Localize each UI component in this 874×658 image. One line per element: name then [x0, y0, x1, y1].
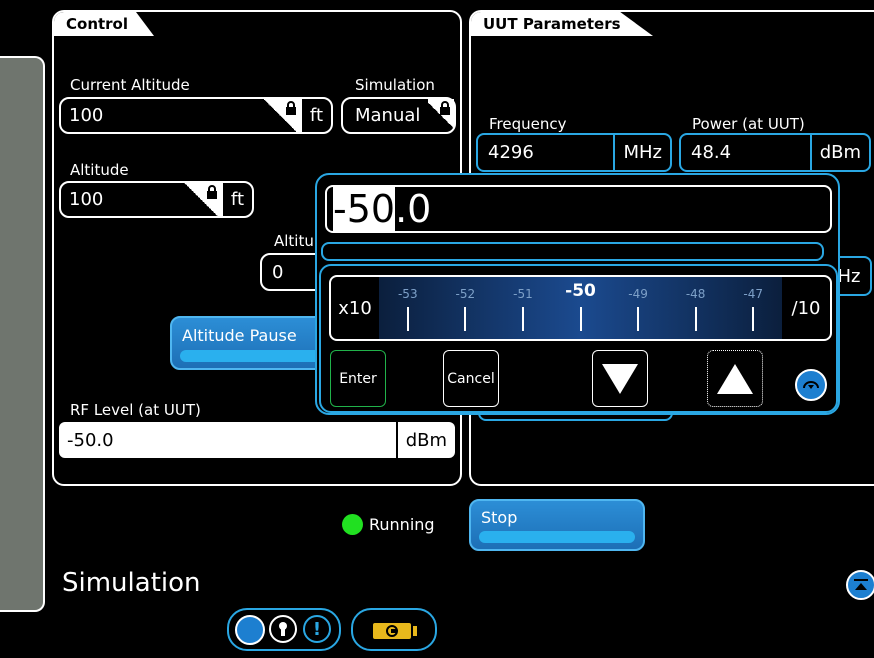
- entry-selected-digits: -50: [333, 187, 396, 231]
- altitude-field[interactable]: 100 ft: [59, 181, 254, 218]
- scale-tick-label: -53: [397, 287, 418, 301]
- eject-icon: [854, 579, 868, 590]
- scale-tick-label: -48: [685, 287, 706, 301]
- rf-level-value: -50.0: [67, 429, 114, 451]
- frequency-field[interactable]: 4296 MHz: [476, 133, 672, 172]
- entry-progress-bar: [321, 242, 824, 261]
- remote-lock-icon: [269, 615, 297, 643]
- scale-tick-label: -47: [743, 287, 764, 301]
- arrow-up-icon: [717, 363, 753, 394]
- collapse-icon: [803, 381, 819, 389]
- simulation-mode-field: Manual: [341, 97, 456, 134]
- battery-status-button[interactable]: [351, 608, 437, 651]
- partial-unit-label: Hz: [837, 265, 861, 287]
- cancel-label: Cancel: [447, 370, 495, 387]
- scale-tick-mark: [752, 307, 755, 331]
- status-circle-icon: [235, 615, 265, 645]
- scale-tick-mark: [637, 307, 640, 331]
- battery-plugged-icon: [371, 621, 413, 641]
- keypad-panel: x10 -53 -52 -51 -50 -49 -48 -47 /10 Enter Canc…: [319, 264, 838, 413]
- button-indicator-bar: [479, 531, 635, 543]
- lock-icon: [180, 183, 221, 216]
- scale-tick-mark: [694, 307, 697, 331]
- cancel-button[interactable]: Cancel: [443, 350, 499, 407]
- current-altitude-value: 100: [69, 105, 104, 126]
- scale-track[interactable]: -53 -52 -51 -50 -49 -48 -47: [379, 277, 782, 339]
- expand-panel-button[interactable]: [846, 570, 874, 600]
- page-title: Simulation: [62, 568, 201, 598]
- coarse-step-label[interactable]: x10: [331, 277, 379, 339]
- enter-button[interactable]: Enter: [330, 350, 386, 407]
- value-scale[interactable]: x10 -53 -52 -51 -50 -49 -48 -47 /10: [329, 275, 832, 341]
- power-value: 48.4: [691, 142, 732, 163]
- power-label: Power (at UUT): [692, 115, 805, 133]
- arrow-down-icon: [602, 363, 638, 394]
- scale-tick-mark: [406, 307, 409, 331]
- battery-terminal-icon: [413, 626, 417, 636]
- warning-icon: !: [303, 615, 331, 643]
- power-field[interactable]: 48.4 dBm: [679, 133, 871, 172]
- frequency-unit: MHz: [613, 135, 670, 170]
- popup-close-button[interactable]: [795, 369, 827, 401]
- current-altitude-label: Current Altitude: [70, 76, 190, 94]
- current-altitude-field: 100 ft: [59, 97, 333, 134]
- scale-tick-mark: [464, 307, 467, 331]
- rf-level-field[interactable]: -50.0 dBm: [59, 422, 455, 458]
- altitude-value: 100: [69, 189, 104, 210]
- scale-tick-mark: [579, 307, 582, 331]
- button-indicator-bar: [180, 350, 330, 362]
- current-altitude-unit: ft: [299, 99, 331, 132]
- altitude-unit: ft: [220, 183, 252, 216]
- running-status-text: Running: [369, 515, 435, 534]
- altitude-rate-label: Altitu: [274, 232, 314, 250]
- entry-remaining-digits: .0: [395, 187, 432, 231]
- frequency-value: 4296: [488, 142, 534, 163]
- enter-label: Enter: [339, 370, 377, 387]
- stop-button[interactable]: Stop: [469, 499, 645, 551]
- scale-tick-label: -49: [628, 287, 648, 301]
- scale-tick-label: -52: [455, 287, 476, 301]
- decrement-button[interactable]: [592, 350, 648, 407]
- running-status-indicator: [342, 514, 363, 535]
- scale-tick-mark: [521, 307, 524, 331]
- simulation-label: Simulation: [355, 76, 435, 94]
- altitude-label: Altitude: [70, 161, 129, 179]
- rf-level-unit: dBm: [395, 422, 455, 458]
- power-unit: dBm: [809, 135, 869, 170]
- status-icons-group[interactable]: !: [227, 608, 341, 651]
- side-drawer-tab[interactable]: [0, 56, 45, 612]
- fine-step-label[interactable]: /10: [782, 277, 830, 339]
- altitude-pause-label: Altitude Pause: [182, 326, 297, 345]
- scale-tick-label: -50: [565, 281, 596, 301]
- numeric-entry-popup: -50.0 x10 -53 -52 -51 -50 -49 -48 -47 /10 Ente…: [315, 173, 840, 415]
- frequency-label: Frequency: [489, 115, 567, 133]
- increment-button[interactable]: [707, 350, 763, 407]
- simulation-mode-value: Manual: [355, 105, 421, 126]
- entry-display[interactable]: -50.0: [325, 185, 832, 233]
- scale-tick-label: -51: [513, 287, 533, 301]
- rf-level-label: RF Level (at UUT): [70, 401, 201, 419]
- stop-label: Stop: [481, 508, 518, 527]
- lock-icon: [259, 99, 300, 132]
- lock-icon: [428, 99, 454, 132]
